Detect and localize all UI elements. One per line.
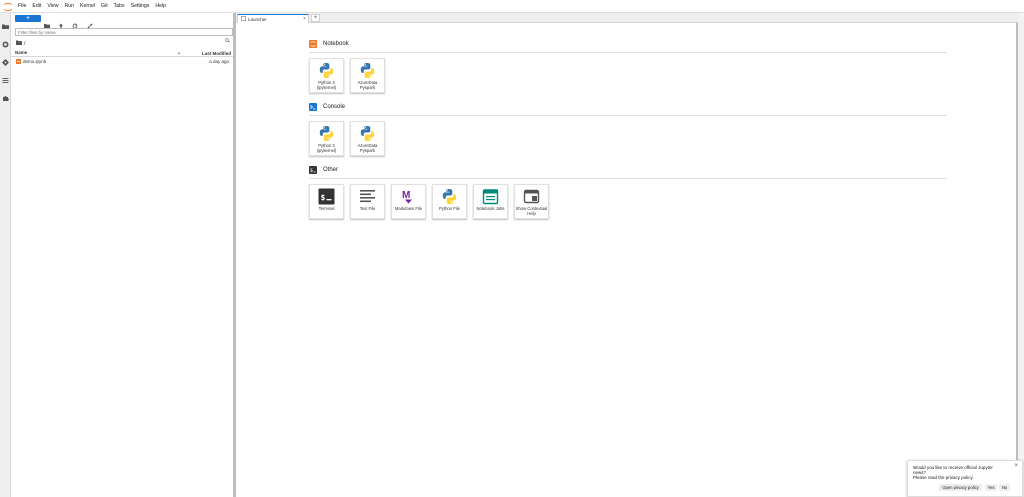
python-icon	[318, 62, 335, 79]
running-icon[interactable]	[2, 35, 9, 48]
file-filter[interactable]	[15, 28, 233, 43]
launcher-section-other: $ Other $ Terminal Text File M Markdown …	[309, 165, 947, 219]
card-label: Show Contextual Help	[515, 206, 548, 216]
card-notebook-python3[interactable]: Python 3 (ipykernel)	[309, 58, 344, 93]
git-icon[interactable]	[1, 53, 10, 67]
card-label: Notebook Jobs	[476, 206, 505, 211]
python-icon	[359, 62, 376, 79]
left-sidebar	[0, 13, 11, 497]
file-name: demo.ipynb	[23, 59, 47, 64]
sort-arrow-icon: ▴	[178, 50, 181, 55]
text-file-icon	[359, 188, 376, 205]
new-folder-icon[interactable]	[44, 16, 50, 28]
svg-text:M: M	[402, 190, 410, 201]
console-section-icon	[309, 103, 317, 111]
card-label: Python 3 (ipykernel)	[316, 80, 337, 90]
svg-text:$: $	[321, 193, 326, 202]
card-label: Terminal	[318, 206, 335, 211]
section-title: Console	[323, 104, 346, 110]
breadcrumb: /	[16, 40, 25, 47]
calendar-icon	[482, 188, 499, 205]
news-notification: Would you like to receive official Jupyt…	[907, 460, 1023, 497]
menu-help[interactable]: Help	[155, 3, 166, 9]
menu-run[interactable]: Run	[64, 3, 74, 9]
folder-icon[interactable]	[2, 17, 9, 29]
jupyter-logo-icon	[2, 0, 14, 12]
tab-bar: Launcher × +	[236, 13, 1018, 23]
filter-input[interactable]	[16, 29, 216, 35]
card-label: AzureData Pyspark	[357, 80, 378, 90]
terminal-icon: $	[318, 188, 335, 205]
tab-label: Launcher	[248, 16, 267, 22]
notebook-file-icon	[16, 59, 21, 64]
yes-button[interactable]: Yes	[985, 484, 997, 491]
menu-tabs[interactable]: Tabs	[114, 3, 125, 9]
extension-icon[interactable]	[2, 89, 9, 101]
search-icon	[225, 30, 230, 43]
python-icon	[318, 125, 335, 142]
card-terminal[interactable]: $ Terminal	[309, 184, 344, 219]
right-sidebar	[1018, 13, 1024, 497]
card-markdown-file[interactable]: M Markdown File	[391, 184, 426, 219]
file-browser: + / Name ▴ Last Modified demo.ipynb a da…	[11, 13, 236, 497]
card-notebook-pyspark[interactable]: AzureData Pyspark	[350, 58, 385, 93]
menu-git[interactable]: Git	[101, 3, 108, 9]
refresh-icon[interactable]	[72, 16, 78, 29]
close-icon[interactable]: ×	[1014, 463, 1018, 469]
python-icon	[359, 125, 376, 142]
no-button[interactable]: No	[999, 484, 1010, 491]
column-last-modified[interactable]: Last Modified	[202, 51, 231, 56]
add-tab-button[interactable]: +	[311, 14, 320, 22]
menu-view[interactable]: View	[47, 3, 58, 9]
file-modified: a day ago	[209, 59, 229, 64]
git-clone-icon[interactable]	[87, 16, 93, 29]
card-text-file[interactable]: Text File	[350, 184, 385, 219]
card-label: Python 3 (ipykernel)	[316, 143, 337, 153]
menu-kernel[interactable]: Kernel	[80, 3, 95, 9]
help-window-icon	[523, 188, 540, 205]
other-section-icon: $	[309, 166, 317, 174]
section-title: Other	[323, 167, 339, 173]
menu-edit[interactable]: Edit	[32, 3, 41, 9]
home-folder-icon[interactable]	[16, 40, 22, 47]
section-title: Notebook	[323, 41, 349, 47]
file-list-header: Name ▴ Last Modified	[11, 49, 233, 57]
launcher-tab-icon	[241, 16, 246, 22]
card-label: Markdown File	[394, 206, 423, 211]
card-label: AzureData Pyspark	[357, 143, 378, 153]
new-launcher-button[interactable]: +	[15, 15, 41, 22]
launcher-section-notebook: Notebook Python 3 (ipykernel) AzureData …	[309, 39, 947, 93]
column-name[interactable]: Name	[15, 50, 27, 55]
close-icon[interactable]: ×	[303, 16, 306, 22]
launcher-section-console: Console Python 3 (ipykernel) AzureData P…	[309, 102, 947, 156]
svg-text:$: $	[310, 168, 313, 174]
card-notebook-jobs[interactable]: Notebook Jobs	[473, 184, 508, 219]
toc-icon[interactable]	[2, 71, 9, 83]
main-panel	[236, 23, 1018, 497]
python-icon	[441, 188, 458, 205]
file-row[interactable]: demo.ipynb a day ago	[11, 58, 233, 65]
breadcrumb-root[interactable]: /	[24, 41, 25, 47]
notification-message: Would you like to receive official Jupyt…	[913, 465, 993, 481]
menu-file[interactable]: File	[18, 3, 26, 9]
card-console-pyspark[interactable]: AzureData Pyspark	[350, 121, 385, 156]
card-python-file[interactable]: Python File	[432, 184, 467, 219]
privacy-policy-button[interactable]: Open privacy policy	[939, 484, 982, 491]
card-contextual-help[interactable]: Show Contextual Help	[514, 184, 549, 219]
tab-launcher[interactable]: Launcher ×	[237, 14, 309, 23]
menu-settings[interactable]: Settings	[131, 3, 150, 9]
card-label: Python File	[439, 206, 460, 211]
markdown-icon: M	[400, 188, 417, 205]
upload-icon[interactable]	[58, 16, 64, 29]
notebook-section-icon	[309, 40, 317, 48]
menubar: File Edit View Run Kernel Git Tabs Setti…	[0, 0, 1024, 13]
card-console-python3[interactable]: Python 3 (ipykernel)	[309, 121, 344, 156]
card-label: Text File	[359, 206, 376, 211]
